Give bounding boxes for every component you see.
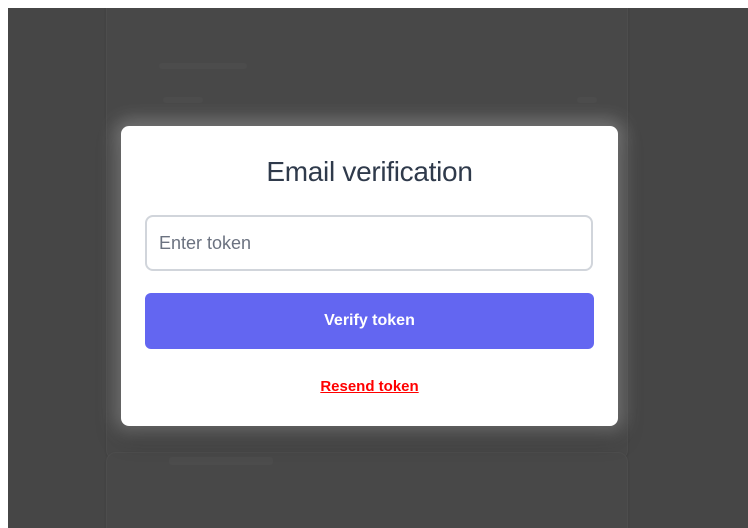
email-verification-modal: Email verification Verify token Resend t… <box>121 126 618 426</box>
modal-title: Email verification <box>266 156 473 187</box>
verify-token-button[interactable]: Verify token <box>145 293 594 349</box>
resend-token-link[interactable]: Resend token <box>121 378 618 395</box>
token-input[interactable] <box>145 215 593 271</box>
app-viewport: Email verification Verify token Resend t… <box>8 8 748 528</box>
screen: Email verification Verify token Resend t… <box>0 0 748 528</box>
